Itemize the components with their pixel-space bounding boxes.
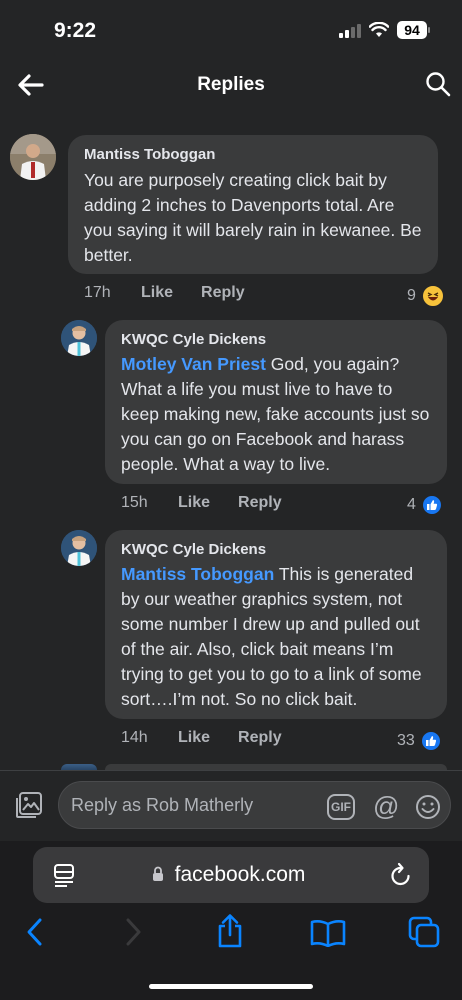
comment-text: You are purposely creating click bait by…: [84, 168, 424, 268]
emoji-icon[interactable]: [415, 794, 441, 820]
comment-body: You are purposely creating click bait by…: [84, 170, 422, 265]
address-bar[interactable]: facebook.com: [33, 847, 429, 903]
comment-author[interactable]: KWQC Cyle Dickens: [121, 540, 433, 560]
battery-tip: [428, 27, 430, 33]
reply-button[interactable]: Reply: [201, 284, 245, 302]
reply-input[interactable]: Reply as Rob Matherly GIF @: [58, 781, 451, 829]
reaction-count: 4: [407, 496, 416, 513]
comment-bubble[interactable]: KWQC Cyle Dickens Motley Van Priest God,…: [105, 320, 447, 484]
status-bar: 9:22 94: [0, 0, 462, 60]
avatar[interactable]: [61, 530, 97, 566]
forward-chevron-icon[interactable]: [122, 917, 144, 947]
reaction-summary[interactable]: 33: [397, 731, 441, 751]
bookmarks-icon[interactable]: [310, 919, 346, 947]
reply-placeholder: Reply as Rob Matherly: [71, 795, 254, 815]
reply-button[interactable]: Reply: [238, 494, 282, 512]
header: Replies: [0, 60, 462, 110]
comment-actions: 15h Like Reply: [121, 494, 310, 512]
like-button[interactable]: Like: [178, 494, 210, 512]
comment-time: 15h: [121, 494, 148, 511]
tabs-icon[interactable]: [408, 916, 440, 948]
like-button[interactable]: Like: [141, 284, 173, 302]
haha-icon: [421, 285, 444, 307]
home-indicator: [149, 984, 313, 989]
reply-button[interactable]: Reply: [238, 729, 282, 747]
avatar[interactable]: [10, 134, 56, 180]
comment-actions: 17h Like Reply: [84, 284, 273, 302]
comment-time: 17h: [84, 284, 111, 301]
like-icon: [420, 731, 441, 751]
like-button[interactable]: Like: [178, 729, 210, 747]
comment-bubble[interactable]: KWQC Cyle Dickens Mantiss Toboggan This …: [105, 530, 447, 719]
search-icon[interactable]: [424, 70, 452, 98]
avatar[interactable]: [61, 320, 97, 356]
page-title: Replies: [197, 74, 265, 95]
browser-toolbar: facebook.com: [0, 841, 462, 1000]
share-icon[interactable]: [214, 913, 246, 949]
status-time: 9:22: [54, 19, 97, 42]
comment-author[interactable]: Mantiss Toboggan: [84, 145, 424, 165]
wifi-icon: [369, 22, 389, 37]
reaction-summary[interactable]: 4: [407, 495, 442, 515]
like-icon: [421, 495, 442, 515]
gif-button[interactable]: GIF: [327, 794, 355, 820]
avatar-photo: [10, 134, 56, 180]
mention-link[interactable]: Motley Van Priest: [121, 354, 266, 374]
url-text: facebook.com: [174, 863, 306, 886]
comment-time: 14h: [121, 729, 148, 746]
comment-author[interactable]: KWQC Cyle Dickens: [121, 330, 433, 350]
reaction-summary[interactable]: 9: [407, 285, 444, 307]
comment-actions: 14h Like Reply: [121, 729, 310, 747]
comment-body: This is generated by our weather graphic…: [121, 564, 422, 709]
mention-link[interactable]: Mantiss Toboggan: [121, 564, 274, 584]
at-mention-button[interactable]: @: [373, 792, 399, 820]
reaction-count: 33: [397, 732, 415, 749]
comment-bubble[interactable]: Mantiss Toboggan You are purposely creat…: [68, 135, 438, 274]
photo-icon[interactable]: [14, 790, 44, 820]
comment-text: Motley Van Priest God, you again? What a…: [121, 352, 433, 477]
comment-text: Mantiss Toboggan This is generated by ou…: [121, 562, 433, 712]
battery-indicator: 94: [397, 21, 427, 39]
avatar-photo: [61, 320, 97, 356]
reply-composer: Reply as Rob Matherly GIF @: [0, 771, 462, 841]
back-chevron-icon[interactable]: [24, 917, 46, 947]
reaction-count: 9: [407, 287, 416, 304]
reload-icon[interactable]: [389, 862, 413, 888]
avatar-photo: [61, 530, 97, 566]
cellular-signal-icon: [339, 24, 361, 38]
